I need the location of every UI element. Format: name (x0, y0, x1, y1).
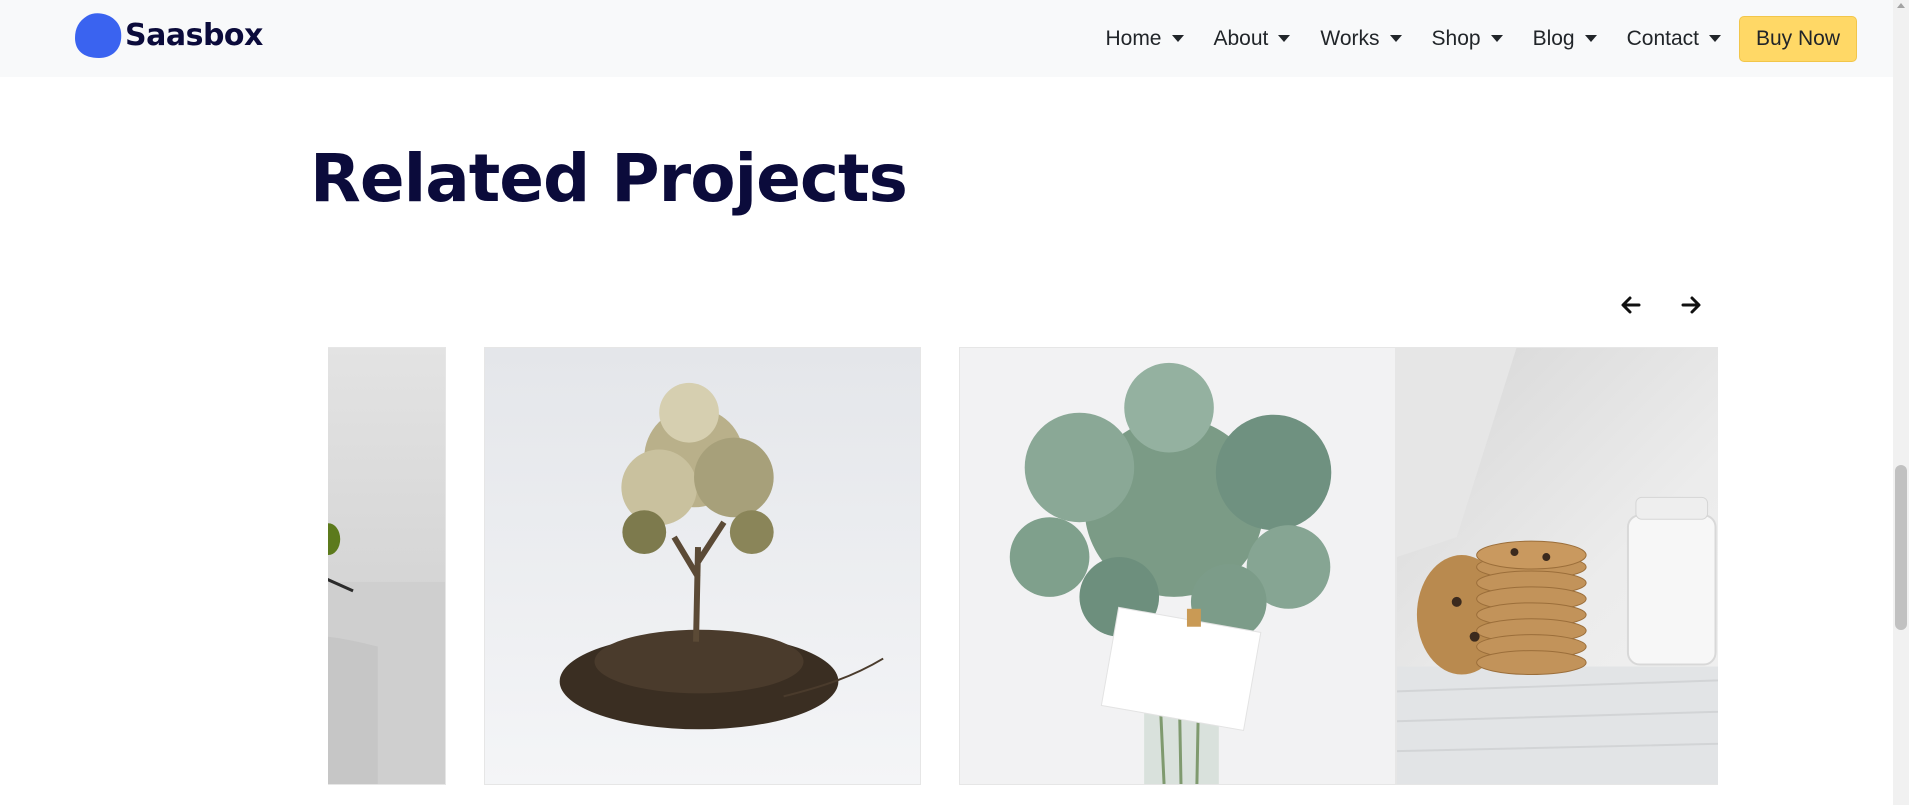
scroll-up-icon[interactable] (1897, 3, 1905, 8)
brand-logo-icon (75, 13, 122, 58)
nav-item-home[interactable]: Home (1090, 0, 1198, 77)
caret-down-icon (1278, 35, 1291, 42)
project-card[interactable] (959, 347, 1396, 785)
caret-down-icon (1389, 35, 1402, 42)
scrollbar-thumb[interactable] (1895, 465, 1907, 630)
eucalyptus-bouquet-image (960, 348, 1395, 784)
page-scrollbar[interactable] (1893, 0, 1909, 805)
nav-item-label: Blog (1532, 26, 1575, 50)
caret-down-icon (1708, 35, 1721, 42)
nav-item-label: Shop (1431, 26, 1481, 50)
nav-item-works[interactable]: Works (1305, 0, 1416, 77)
top-navbar: Saasbox Home About Works Shop Blog Conta… (0, 0, 1893, 77)
nav-item-about[interactable]: About (1199, 0, 1306, 77)
nav-item-contact[interactable]: Contact (1612, 0, 1736, 77)
main-nav: Home About Works Shop Blog Contact Buy N… (1090, 0, 1857, 77)
related-projects-carousel[interactable] (328, 347, 1718, 785)
tree-with-roots-image (485, 348, 920, 784)
plant-leaf-image (328, 348, 445, 784)
arrow-left-icon[interactable] (1616, 290, 1646, 320)
caret-down-icon (1171, 35, 1184, 42)
nav-item-label: About (1213, 26, 1269, 50)
nav-item-label: Works (1320, 26, 1380, 50)
nav-item-blog[interactable]: Blog (1518, 0, 1612, 77)
nav-item-label: Contact (1626, 26, 1699, 50)
project-card[interactable] (1396, 347, 1718, 785)
buy-now-button[interactable]: Buy Now (1738, 15, 1857, 62)
brand-link[interactable]: Saasbox (73, 10, 263, 60)
brand-name: Saasbox (125, 17, 263, 53)
project-card[interactable] (328, 347, 446, 785)
nav-item-label: Home (1105, 26, 1162, 50)
nav-item-shop[interactable]: Shop (1417, 0, 1518, 77)
arrow-right-icon[interactable] (1676, 290, 1706, 320)
cookies-and-milk-image (1397, 348, 1718, 784)
project-card[interactable] (484, 347, 921, 785)
caret-down-icon (1584, 35, 1597, 42)
caret-down-icon (1490, 35, 1503, 42)
section-title: Related Projects (310, 140, 908, 217)
